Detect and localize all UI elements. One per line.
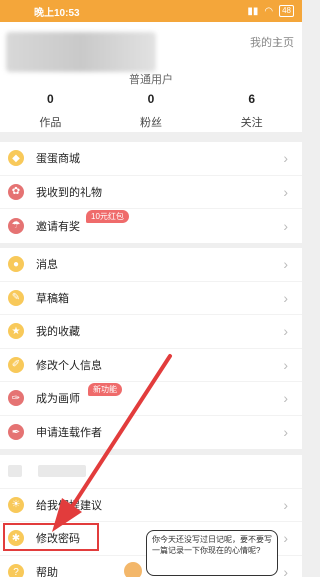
status-time: 晚上10:53	[34, 7, 80, 19]
chevron-right-icon: ›	[283, 183, 288, 200]
stat-value: 0	[147, 92, 155, 106]
menu-item-favorites[interactable]: ★ 我的收藏 ›	[0, 315, 302, 349]
menu-item-label: 成为画师	[36, 393, 80, 406]
menu-item-label: 草稿箱	[36, 292, 69, 305]
chevron-right-icon: ›	[283, 150, 288, 167]
menu-item-label: 我的收藏	[36, 326, 80, 339]
star-icon: ★	[8, 323, 24, 340]
stat-works[interactable]: 0 作品	[0, 92, 101, 130]
wifi-icon: ◠	[264, 5, 274, 17]
menu-item-invite[interactable]: ☂ 邀请有奖 10元红包 ›	[0, 209, 302, 243]
stat-following[interactable]: 6 关注	[201, 92, 302, 130]
chevron-right-icon: ›	[283, 564, 288, 577]
status-icons: ▮▮ ◠ 48	[247, 5, 294, 17]
blurred-icon	[8, 465, 22, 478]
diary-reminder-bubble[interactable]: 你今天还没写过日记呢，要不要写一篇记录一下你现在的心情呢?	[146, 530, 278, 576]
highlight-box	[3, 523, 99, 551]
chevron-right-icon: ›	[283, 217, 288, 234]
chevron-right-icon: ›	[283, 390, 288, 407]
pen-icon: ✒	[8, 424, 24, 441]
menu-item-label: 给我们提建议	[36, 499, 102, 512]
menu-item-edit-profile[interactable]: ✐ 修改个人信息 ›	[0, 349, 302, 382]
chevron-right-icon: ›	[283, 289, 288, 306]
blurred-text	[38, 465, 86, 478]
message-icon: ●	[8, 256, 24, 273]
menu-item-label: 消息	[36, 259, 58, 272]
chevron-right-icon: ›	[283, 256, 288, 273]
menu-item-apply-author[interactable]: ✒ 申请连载作者 ›	[0, 416, 302, 450]
stat-value: 0	[46, 92, 54, 106]
chevron-right-icon: ›	[275, 34, 280, 50]
stat-fans[interactable]: 0 粉丝	[101, 92, 202, 130]
menu-group-personal: ● 消息 › ✎ 草稿箱 › ★ 我的收藏 › ✐ 修改个人信息 › ✑ 成为画…	[0, 248, 302, 449]
stat-label: 关注	[240, 117, 263, 129]
menu-item-gifts[interactable]: ✿ 我收到的礼物 ›	[0, 176, 302, 209]
stat-label: 作品	[39, 117, 62, 129]
stat-label: 粉丝	[140, 117, 162, 129]
menu-item-label: 帮助	[36, 567, 58, 577]
homepage-label: 我的主页	[250, 37, 294, 49]
red-packet-badge: 10元红包	[86, 210, 129, 223]
egg-icon: ◆	[8, 150, 24, 167]
bubble-text: 你今天还没写过日记呢，要不要写一篇记录一下你现在的心情呢?	[152, 535, 272, 555]
stats-row: 0 作品 0 粉丝 6 关注	[0, 92, 302, 130]
chevron-right-icon: ›	[283, 323, 288, 340]
chevron-right-icon: ›	[283, 424, 288, 441]
menu-item-label: 我收到的礼物	[36, 186, 102, 199]
help-icon: ?	[8, 564, 24, 577]
blurred-row	[0, 455, 302, 489]
new-feature-badge: 新功能	[88, 383, 122, 396]
signal-icon: ▮▮	[247, 5, 259, 17]
chevron-right-icon: ›	[283, 356, 288, 373]
profile-header: 我的主页 › 普通用户 0 作品 0 粉丝 6 关注	[0, 22, 302, 132]
bulb-icon: ☀	[8, 496, 24, 513]
chevron-right-icon: ›	[283, 496, 288, 513]
user-level: 普通用户	[129, 74, 173, 86]
homepage-link[interactable]: 我的主页 ›	[250, 34, 294, 50]
gift-icon: ✿	[8, 183, 24, 200]
menu-item-feedback[interactable]: ☀ 给我们提建议 ›	[0, 489, 302, 522]
invite-icon: ☂	[8, 217, 24, 234]
menu-item-drafts[interactable]: ✎ 草稿箱 ›	[0, 282, 302, 315]
stat-value: 6	[248, 92, 256, 106]
draft-icon: ✎	[8, 289, 24, 306]
menu-item-label: 申请连载作者	[36, 427, 102, 440]
avatar[interactable]	[6, 32, 156, 72]
brush-icon: ✑	[8, 390, 24, 407]
mascot-avatar[interactable]	[122, 560, 144, 577]
chevron-right-icon: ›	[283, 530, 288, 547]
menu-item-messages[interactable]: ● 消息 ›	[0, 248, 302, 282]
menu-item-shop[interactable]: ◆ 蛋蛋商城 ›	[0, 142, 302, 176]
status-bar: 晚上10:53 ▮▮ ◠ 48	[0, 0, 302, 22]
menu-group-shop: ◆ 蛋蛋商城 › ✿ 我收到的礼物 › ☂ 邀请有奖 10元红包 ›	[0, 142, 302, 243]
edit-icon: ✐	[8, 356, 24, 373]
menu-item-label: 蛋蛋商城	[36, 153, 80, 166]
menu-item-label: 修改个人信息	[36, 359, 102, 372]
menu-item-become-artist[interactable]: ✑ 成为画师 新功能 ›	[0, 382, 302, 416]
battery-icon: 48	[279, 5, 294, 17]
menu-item-label: 邀请有奖	[36, 220, 80, 233]
